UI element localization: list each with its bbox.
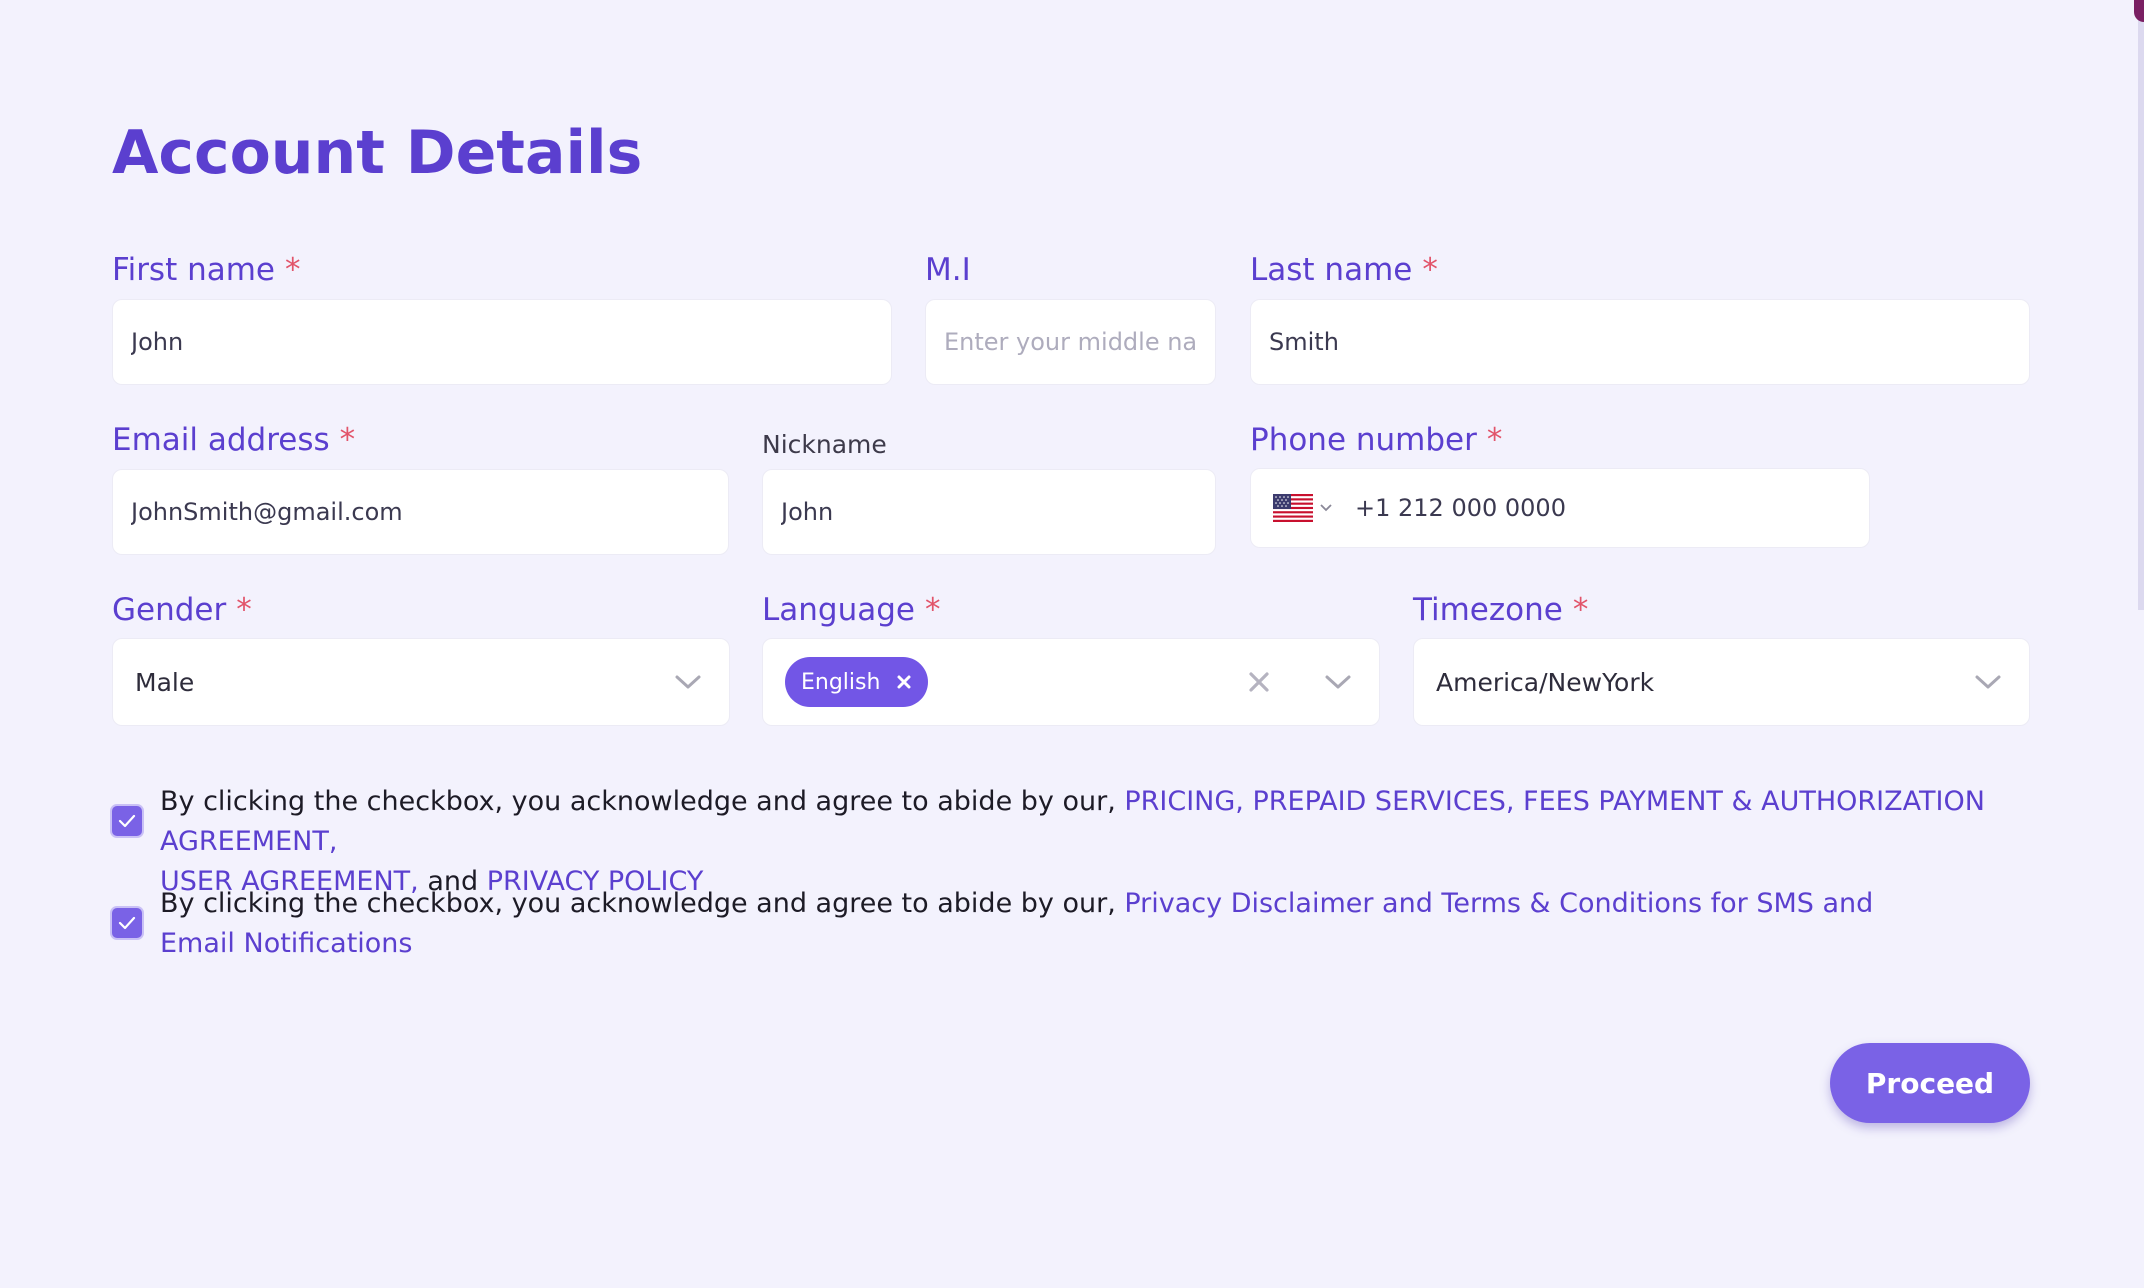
chevron-down-icon[interactable]	[1321, 671, 1355, 693]
first-name-field[interactable]	[112, 299, 892, 385]
account-details-page: Account Details First name* M.I Last nam…	[0, 0, 2144, 1288]
middle-initial-label: M.I	[925, 252, 971, 288]
proceed-button[interactable]: Proceed	[1830, 1043, 2030, 1123]
timezone-label: Timezone *	[1413, 592, 1589, 628]
email-input[interactable]	[131, 498, 710, 526]
gender-label: Gender *	[112, 592, 252, 628]
page-title: Account Details	[112, 118, 643, 188]
last-name-label: Last name *	[1250, 252, 1438, 288]
close-icon[interactable]	[896, 674, 912, 690]
sms-email-terms-checkbox[interactable]	[110, 906, 144, 940]
gender-value: Male	[135, 667, 195, 697]
middle-initial-field[interactable]	[925, 299, 1216, 385]
middle-initial-input[interactable]	[944, 328, 1197, 356]
window-corner	[2134, 0, 2144, 22]
pricing-agreement-checkbox[interactable]	[110, 804, 144, 838]
checkmark-icon	[118, 916, 136, 930]
last-name-field[interactable]	[1250, 299, 2030, 385]
agreement-text: By clicking the checkbox, you acknowledg…	[160, 888, 1874, 959]
chevron-down-icon	[1320, 504, 1332, 512]
required-mark: *	[1486, 422, 1503, 458]
required-mark: *	[285, 252, 301, 288]
gender-select[interactable]: Male	[112, 638, 730, 726]
clear-icon[interactable]	[1245, 668, 1273, 696]
language-chip: English	[785, 657, 929, 707]
first-name-label: First name *	[112, 252, 301, 288]
last-name-input[interactable]	[1269, 328, 2011, 356]
email-field[interactable]	[112, 469, 729, 555]
phone-label: Phone number *	[1250, 422, 1503, 458]
required-mark: *	[236, 592, 252, 628]
language-multiselect[interactable]: English	[762, 638, 1380, 726]
required-mark: *	[925, 592, 941, 628]
timezone-value: America/NewYork	[1436, 667, 1655, 697]
first-name-input[interactable]	[131, 328, 873, 356]
nickname-field[interactable]	[762, 469, 1216, 555]
nickname-input[interactable]	[781, 498, 1197, 526]
email-label: Email address *	[112, 422, 356, 458]
checkmark-icon	[118, 814, 136, 828]
phone-input[interactable]	[1355, 494, 1851, 522]
agreement-row-sms: By clicking the checkbox, you acknowledg…	[110, 884, 2040, 964]
required-mark: *	[339, 422, 356, 458]
required-mark: *	[1422, 252, 1438, 288]
timezone-select[interactable]: America/NewYork	[1413, 638, 2030, 726]
chevron-down-icon[interactable]	[1971, 671, 2005, 693]
nickname-label: Nickname	[762, 430, 887, 459]
us-flag-icon	[1273, 494, 1313, 522]
scroll-edge	[2138, 0, 2144, 610]
language-chip-label: English	[801, 669, 881, 695]
country-code-selector[interactable]	[1273, 494, 1333, 522]
language-label: Language *	[762, 592, 941, 628]
required-mark: *	[1572, 592, 1589, 628]
phone-field[interactable]	[1250, 468, 1870, 548]
chevron-down-icon[interactable]	[671, 671, 705, 693]
